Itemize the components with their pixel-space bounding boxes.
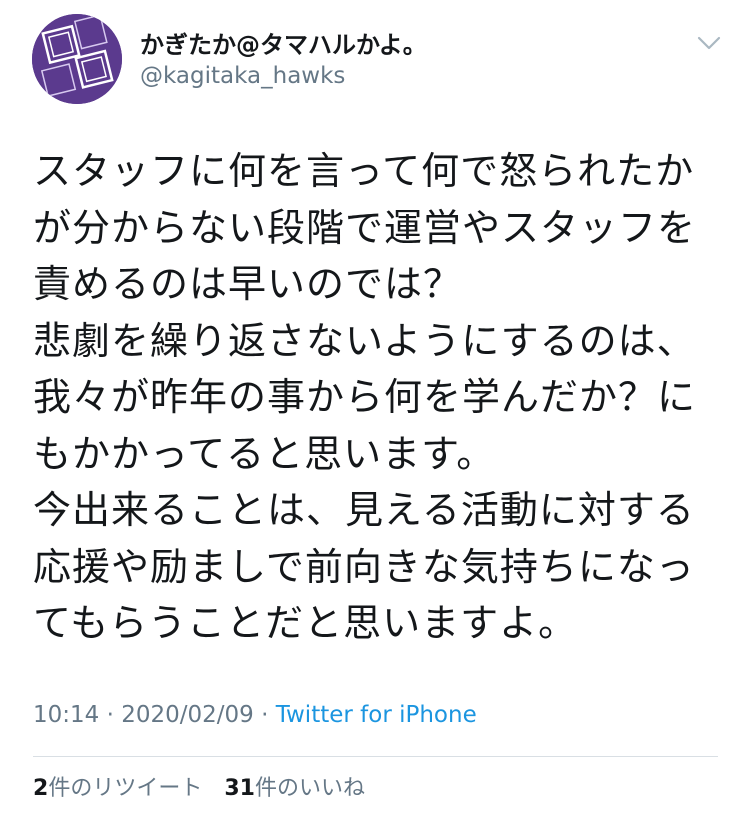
tweet-line: 応援や励ましで前向きな気持ちになっ (33, 544, 695, 589)
likes-stat[interactable]: 31件のいいね (224, 776, 365, 801)
meta-separator: · (106, 702, 114, 728)
tweet-line: 悲劇を繰り返さないようにするのは、 (33, 318, 696, 363)
tweet-source-link[interactable]: Twitter for iPhone (276, 702, 477, 728)
tweet-line: 今出来ることは、見える活動に対する (33, 488, 695, 532)
chevron-down-icon[interactable] (694, 30, 724, 56)
tweet-line: スタッフに何を言って何で怒られたか (33, 149, 695, 193)
like-label: 件のいいね (254, 776, 365, 801)
tweet-line: もかかってると思います。 (33, 431, 496, 476)
tweet-time[interactable]: 10:14 (33, 702, 99, 728)
retweet-label: 件のリツイート (48, 776, 203, 801)
divider (33, 756, 718, 757)
tweet-line: 責めるのは早いのでは？ (33, 262, 463, 306)
display-name[interactable]: かぎたか@タマハルかよ。 (140, 30, 427, 60)
retweets-stat[interactable]: 2件のリツイート (33, 776, 202, 801)
tweet-date[interactable]: 2020/02/09 (121, 702, 254, 728)
tweet-line: てもらうことだと思いますよ。 (33, 601, 578, 645)
user-handle[interactable]: @kagitaka_hawks (140, 62, 345, 90)
tweet-line: 我々が昨年の事から何を学んだか？に (33, 375, 697, 419)
tweet-line: が分からない段階で運営やスタッフを (33, 205, 697, 250)
retweet-count: 2 (33, 776, 49, 801)
like-count: 31 (224, 776, 255, 801)
tweet-meta: 10:14 · 2020/02/09 · Twitter for iPhone (33, 700, 477, 730)
tweet-text: スタッフに何を言って何で怒られたか が分からない段階で運営やスタッフを 責めるの… (33, 143, 723, 652)
avatar[interactable] (32, 14, 122, 104)
meta-separator: · (261, 702, 269, 728)
tweet-stats: 2件のリツイート 31件のいいね (33, 774, 365, 804)
